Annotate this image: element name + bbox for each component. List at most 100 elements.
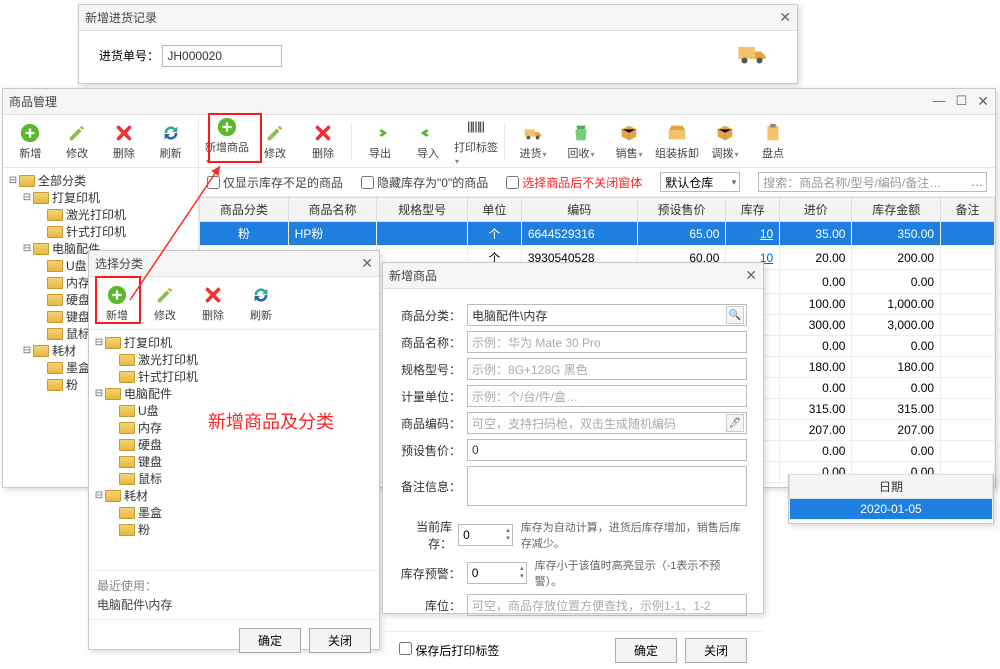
- recent-label: 最近使用：: [97, 577, 371, 594]
- truck-icon: [727, 35, 777, 71]
- tree-node[interactable]: 激光打印机: [7, 206, 194, 223]
- date-value[interactable]: 2020-01-05: [790, 499, 993, 520]
- save-print-cb[interactable]: 保存后打印标签: [399, 642, 499, 659]
- spec-input[interactable]: 示例：8G+128G 黑色: [467, 358, 747, 380]
- recycle-button[interactable]: 回收: [559, 119, 603, 163]
- tree-node[interactable]: 针式打印机: [7, 223, 194, 240]
- col-header[interactable]: 库存: [726, 198, 780, 222]
- stock-in-button[interactable]: 进货: [511, 119, 555, 163]
- maximize-icon[interactable]: ☐: [956, 93, 968, 110]
- close-icon[interactable]: ✕: [779, 9, 791, 26]
- add-button[interactable]: 新增: [9, 119, 52, 163]
- close-button[interactable]: 关闭: [309, 628, 371, 653]
- cb-keepopen[interactable]: 选择商品后不关闭窗体: [506, 174, 642, 191]
- ok-button[interactable]: 确定: [239, 628, 301, 653]
- tree-node[interactable]: 粉: [93, 521, 375, 538]
- order-no-input[interactable]: JH000020: [162, 45, 282, 67]
- category-input[interactable]: 电脑配件\内存🔍: [467, 304, 747, 326]
- toggle-icon[interactable]: ⊟: [21, 345, 33, 356]
- tree-node[interactable]: ⊟打复印机: [7, 189, 194, 206]
- tree-node[interactable]: ⊟全部分类: [7, 172, 194, 189]
- col-header[interactable]: 单位: [468, 198, 522, 222]
- edit-icon: [264, 122, 286, 144]
- toggle-icon[interactable]: ⊟: [21, 243, 33, 254]
- ok-button[interactable]: 确定: [615, 638, 677, 663]
- folder-icon: [119, 371, 135, 383]
- stock-link[interactable]: 10: [760, 227, 773, 241]
- table-row[interactable]: 粉HP粉个664452931665.001035.00350.00: [200, 222, 995, 246]
- delete-icon: [312, 122, 334, 144]
- close-button[interactable]: 关闭: [685, 638, 747, 663]
- search-icon: 🔍: [726, 306, 744, 324]
- tree-node[interactable]: 鼠标: [93, 470, 375, 487]
- toggle-icon[interactable]: ⊟: [21, 192, 33, 203]
- edit-button[interactable]: 修改: [253, 119, 297, 163]
- recent-value[interactable]: 电脑配件\内存: [97, 596, 371, 613]
- date-header: 日期: [790, 475, 993, 499]
- price-input[interactable]: 0: [467, 439, 747, 461]
- col-header[interactable]: 商品分类: [200, 198, 289, 222]
- warehouse-select[interactable]: 默认仓库: [660, 172, 740, 192]
- tree-node[interactable]: 激光打印机: [93, 351, 375, 368]
- stock-spinner[interactable]: 0: [458, 524, 513, 546]
- col-header[interactable]: 备注: [941, 198, 995, 222]
- cb-lowstock[interactable]: 仅显示库存不足的商品: [207, 174, 343, 191]
- folder-icon: [119, 507, 135, 519]
- recycle-icon: [570, 122, 592, 144]
- delete-button[interactable]: 删除: [301, 119, 345, 163]
- refresh-button[interactable]: 刷新: [149, 119, 192, 163]
- toggle-icon[interactable]: ⊟: [93, 388, 105, 399]
- tree-node[interactable]: ⊟电脑配件: [93, 385, 375, 402]
- col-header[interactable]: 库存金额: [852, 198, 941, 222]
- refresh-icon: [250, 284, 272, 306]
- export-button[interactable]: 导出: [358, 119, 402, 163]
- tree-node[interactable]: ⊟打复印机: [93, 334, 375, 351]
- search-input[interactable]: 搜索：商品名称/型号/编码/备注…: [758, 172, 987, 192]
- close-icon[interactable]: ✕: [977, 93, 989, 110]
- inventory-button[interactable]: 盘点: [751, 119, 795, 163]
- name-input[interactable]: 示例：华为 Mate 30 Pro: [467, 331, 747, 353]
- remark-input[interactable]: [467, 466, 747, 506]
- col-header[interactable]: 编码: [521, 198, 637, 222]
- stock-in-icon: [522, 122, 544, 144]
- col-header[interactable]: 进价: [780, 198, 852, 222]
- close-icon[interactable]: ✕: [745, 267, 757, 284]
- category-toolbar: 新增修改删除刷新: [3, 115, 198, 168]
- toggle-icon[interactable]: ⊟: [93, 337, 105, 348]
- filter-row: 仅显示库存不足的商品 隐藏库存为"0"的商品 选择商品后不关闭窗体 默认仓库 搜…: [199, 168, 995, 197]
- delete-button[interactable]: 删除: [103, 119, 146, 163]
- refresh-button[interactable]: 刷新: [239, 281, 283, 325]
- print-label-button[interactable]: 打印标签: [454, 119, 498, 163]
- import-button[interactable]: 导入: [406, 119, 450, 163]
- col-header[interactable]: 商品名称: [288, 198, 377, 222]
- toggle-icon[interactable]: ⊟: [93, 490, 105, 501]
- tree-node[interactable]: 墨盒: [93, 504, 375, 521]
- add-button[interactable]: 新增: [95, 281, 139, 325]
- edit-button[interactable]: 修改: [143, 281, 187, 325]
- sale-button[interactable]: 销售: [607, 119, 651, 163]
- transfer-button[interactable]: 调拨: [703, 119, 747, 163]
- category-window: 选择分类 ✕ 新增修改删除刷新 ⊟打复印机激光打印机针式打印机⊟电脑配件U盘内存…: [88, 250, 380, 650]
- edit-button[interactable]: 修改: [56, 119, 99, 163]
- close-icon[interactable]: ✕: [361, 255, 373, 272]
- code-input[interactable]: 可空，支持扫码枪，双击生成随机编码🖊: [467, 412, 747, 434]
- unit-input[interactable]: 示例：个/台/件/盒…: [467, 385, 747, 407]
- cb-hidezero[interactable]: 隐藏库存为"0"的商品: [361, 174, 488, 191]
- purchase-window: 新增进货记录 ✕ 进货单号： JH000020: [78, 4, 798, 84]
- tree-node[interactable]: ⊟耗材: [93, 487, 375, 504]
- add-product-button[interactable]: 新增商品: [205, 119, 249, 163]
- col-header[interactable]: 预设售价: [637, 198, 726, 222]
- alert-spinner[interactable]: 0: [467, 562, 527, 584]
- tree-node[interactable]: 键盘: [93, 453, 375, 470]
- folder-icon: [47, 294, 63, 306]
- pos-input[interactable]: 可空，商品存放位置方便查找，示例1-1、1-2: [467, 594, 747, 616]
- minimize-icon[interactable]: —: [933, 93, 946, 110]
- tree-node[interactable]: 针式打印机: [93, 368, 375, 385]
- tree-node[interactable]: 硬盘: [93, 436, 375, 453]
- delete-button[interactable]: 删除: [191, 281, 235, 325]
- export-icon: [369, 122, 391, 144]
- assemble-button[interactable]: 组装拆卸: [655, 119, 699, 163]
- product-toolbar: 新增商品修改删除导出导入打印标签进货回收销售组装拆卸调拨盘点: [199, 115, 995, 168]
- toggle-icon[interactable]: ⊟: [7, 175, 19, 186]
- col-header[interactable]: 规格型号: [377, 198, 468, 222]
